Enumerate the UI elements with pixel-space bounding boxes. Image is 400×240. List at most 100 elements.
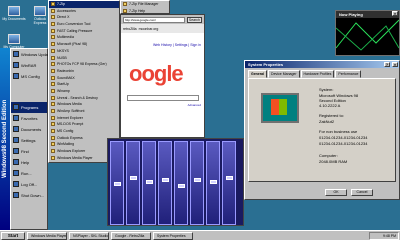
fader-knob[interactable] — [130, 176, 137, 180]
task-media-player[interactable]: Windows Media Player — [27, 231, 67, 240]
fader-knob[interactable] — [210, 180, 217, 184]
task-nsplayer[interactable]: NSPlayer - SKL Studio — [69, 231, 109, 240]
bookmark-moonbar[interactable]: moonbar.org — [139, 27, 159, 31]
advanced-link[interactable]: Advanced — [188, 103, 201, 107]
programs-item[interactable]: Euro Conversion Tool — [49, 21, 119, 28]
audio-mixer — [107, 138, 244, 226]
fader-knob[interactable] — [226, 176, 233, 180]
outlook-icon — [51, 135, 55, 140]
programs-item[interactable]: Windows Media — [49, 101, 119, 108]
start-item-documents[interactable]: Documents — [11, 124, 47, 135]
folder-icon — [51, 75, 55, 80]
start-item-windows-update[interactable]: Windows Update — [11, 49, 51, 60]
start-item-help[interactable]: Help — [11, 157, 47, 168]
folder-icon — [51, 68, 55, 73]
ok-button[interactable]: OK — [325, 189, 347, 196]
fader-knob[interactable] — [114, 182, 121, 186]
programs-item[interactable]: MS-DOS Prompt — [49, 121, 119, 128]
search-button[interactable]: Search — [186, 16, 202, 23]
start-item-find[interactable]: Find — [11, 146, 47, 157]
fader-knob[interactable] — [178, 184, 185, 188]
mixer-channel[interactable] — [222, 141, 236, 225]
programs-item[interactable]: Winamp — [49, 88, 119, 95]
cancel-button[interactable]: Cancel — [351, 189, 373, 196]
start-item-run[interactable]: Run... — [11, 168, 47, 179]
start-button[interactable]: Start — [1, 231, 25, 240]
tab-device-manager[interactable]: Device Manager — [268, 70, 300, 78]
programs-item[interactable]: Direct X — [49, 14, 119, 21]
explorer-icon — [51, 149, 55, 154]
start-item-winrar[interactable]: WinRAR — [11, 60, 47, 71]
google-links[interactable]: Web History | Settings | Sign in — [153, 43, 201, 47]
mixer-channel[interactable] — [206, 141, 220, 225]
programs-item[interactable]: Accessories — [49, 8, 119, 15]
mixer-channel[interactable] — [110, 141, 124, 225]
mixer-channel[interactable] — [158, 141, 172, 225]
programs-item[interactable]: Internet Explorer — [49, 115, 119, 122]
sevenzip-item[interactable]: 7-Zip Help — [121, 8, 169, 15]
programs-item[interactable]: PHOTOs FCP 98 Express (Ger) — [49, 61, 119, 68]
programs-item[interactable]: SoundMAX — [49, 75, 119, 82]
close-button[interactable]: × — [392, 11, 398, 16]
outlook-icon — [34, 6, 46, 16]
folder-icon — [51, 28, 55, 33]
system-label: System: — [319, 87, 334, 92]
desktop-icon-my-computer[interactable]: My Computer — [2, 34, 26, 49]
start-item-settings[interactable]: Settings — [11, 135, 47, 146]
taskbar: Start Windows Media Player NSPlayer - SK… — [0, 230, 400, 240]
properties-tabs: General Device Manager Hardware Profiles… — [245, 68, 399, 78]
tab-hardware-profiles[interactable]: Hardware Profiles — [300, 70, 335, 78]
mixer-channel[interactable] — [174, 141, 188, 225]
start-item-favorites[interactable]: Favorites — [11, 113, 47, 124]
programs-item[interactable]: Radeonbin — [49, 68, 119, 75]
mixer-channel[interactable] — [126, 141, 140, 225]
fader-knob[interactable] — [194, 178, 201, 182]
programs-item[interactable]: FAST Calling Pressure — [49, 28, 119, 35]
start-item-shut-down[interactable]: Shut Down... — [11, 190, 47, 201]
desktop-icon-my-documents[interactable]: My Documents — [2, 6, 26, 21]
programs-item[interactable]: NUSB — [49, 55, 119, 62]
mixer-channel[interactable] — [190, 141, 204, 225]
sevenzip-item[interactable]: 7-Zip File Manager — [121, 1, 169, 8]
tab-performance[interactable]: Performance — [335, 70, 362, 78]
start-item-programs[interactable]: Programs — [11, 102, 47, 113]
folder-icon — [51, 62, 55, 67]
start-item-log-off[interactable]: Log Off... — [11, 179, 47, 190]
computer-icon — [8, 34, 20, 44]
registered-user: ZakNut2 — [319, 119, 335, 124]
programs-item[interactable]: NKSYS — [49, 48, 119, 55]
config-icon — [13, 73, 19, 79]
programs-item[interactable]: 7-Zip — [49, 1, 119, 8]
programs-item[interactable]: WinAmp Softfront — [49, 108, 119, 115]
mail-icon — [51, 142, 55, 147]
fader-knob[interactable] — [146, 180, 153, 184]
start-item-msconfig[interactable]: MS Config — [11, 71, 47, 82]
close-button[interactable]: × — [392, 62, 398, 67]
programs-item[interactable]: Multimedia — [49, 34, 119, 41]
system-properties-window: System Properties ? × General Device Mana… — [244, 60, 400, 200]
programs-item[interactable]: MS Config — [49, 128, 119, 135]
mixer-channel[interactable] — [142, 141, 156, 225]
system-tray-clock[interactable]: 9:48 PM — [369, 231, 399, 240]
programs-item[interactable]: StartUp — [49, 81, 119, 88]
google-search-box[interactable] — [127, 95, 199, 101]
programs-item[interactable]: Microsoft (Plus! 98) — [49, 41, 119, 48]
folder-icon — [51, 8, 55, 13]
help-button[interactable]: ? — [384, 62, 390, 67]
folder-icon — [51, 109, 55, 113]
task-browser[interactable]: Google - RetroZilla — [111, 231, 151, 240]
tab-general[interactable]: General — [248, 70, 268, 78]
folder-icon — [51, 82, 55, 87]
shut-down-icon — [13, 192, 19, 198]
settings-icon — [13, 137, 19, 143]
programs-item[interactable]: Unreal - Search & Destroy — [49, 95, 119, 102]
fader-knob[interactable] — [162, 178, 169, 182]
address-input[interactable]: http://www.google.com/ — [123, 16, 185, 23]
task-system-properties[interactable]: System Properties — [153, 231, 193, 240]
update-icon — [13, 51, 19, 57]
folder-icon — [51, 48, 55, 53]
bookmark-retrozilla[interactable]: retroZilla — [123, 27, 137, 31]
registered-label: Registered to: — [319, 113, 344, 118]
windows-logo-icon — [271, 99, 287, 115]
folder-icon — [51, 95, 55, 100]
